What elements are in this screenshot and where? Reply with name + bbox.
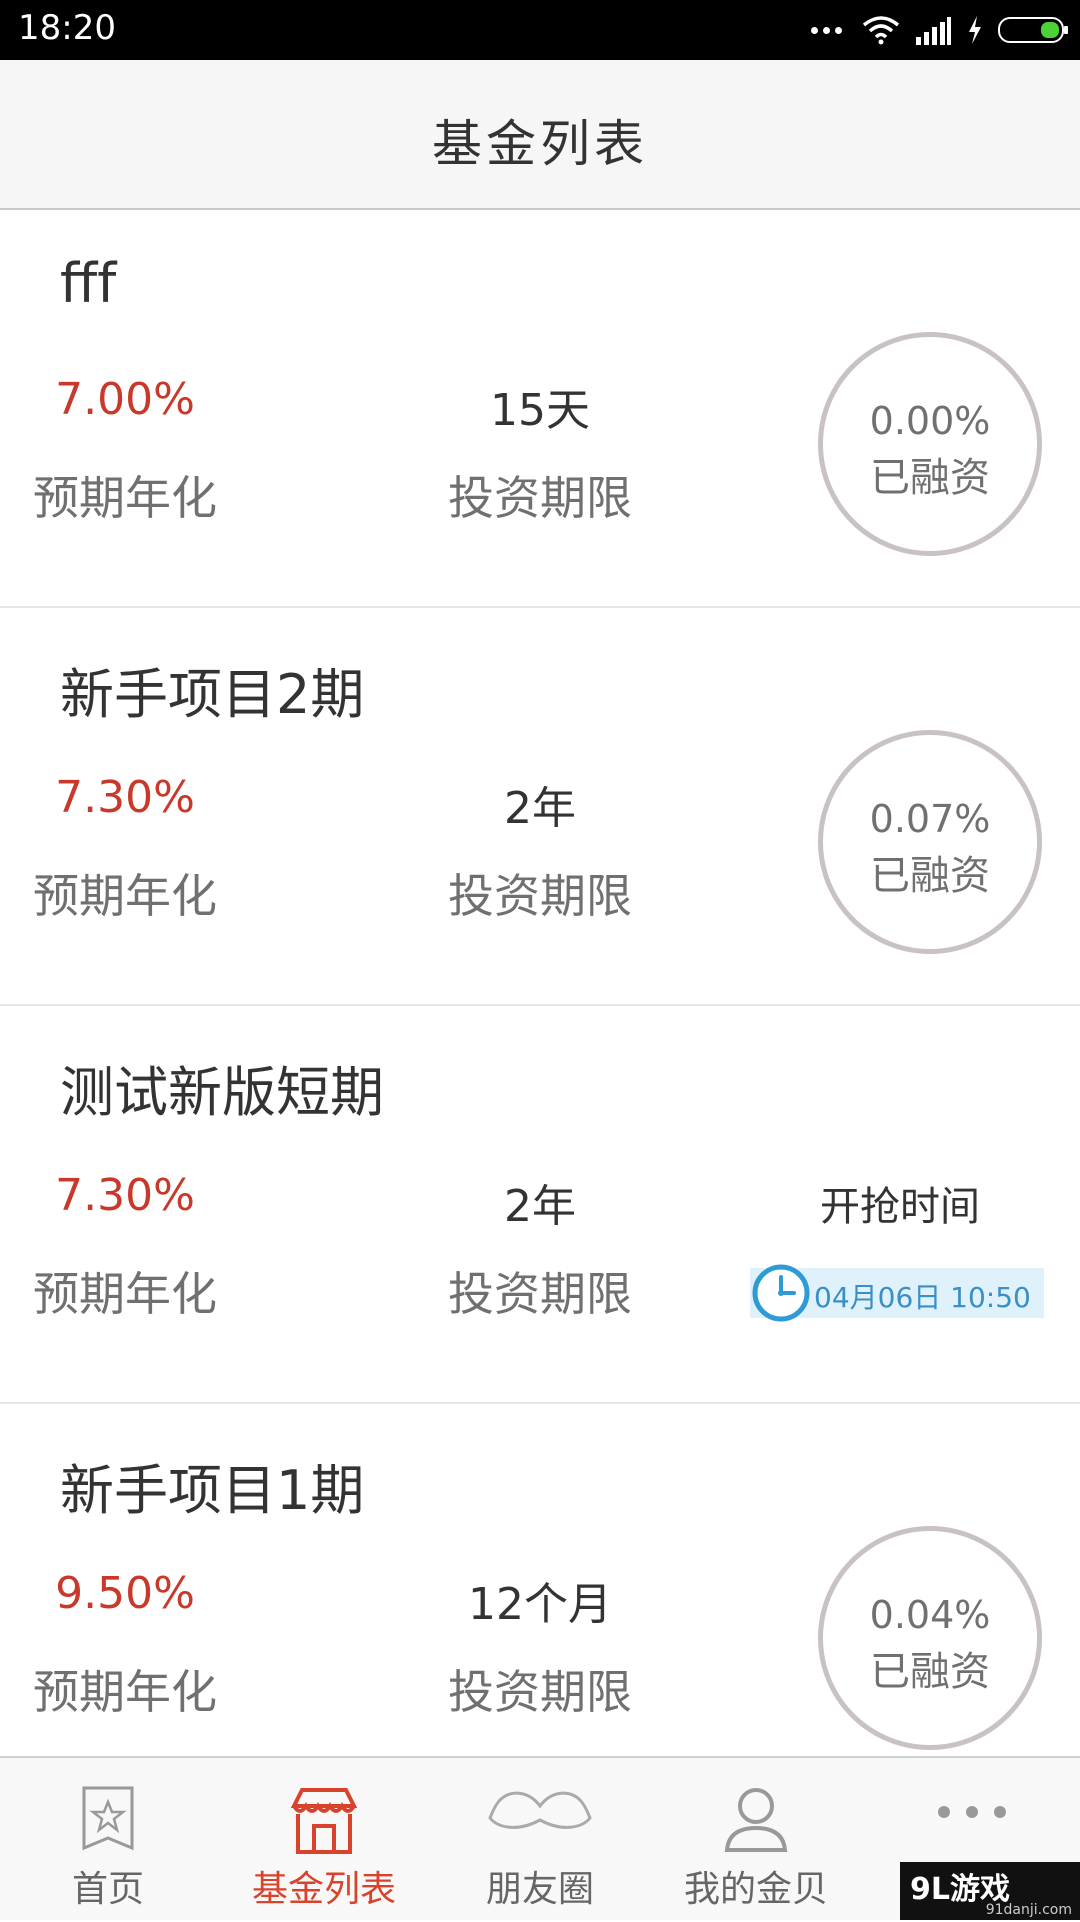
fund-card[interactable]: 新手项目1期 9.50% 预期年化 12个月 投资期限 0.04% 已融资: [0, 1404, 1080, 1802]
investment-term-label: 投资期限: [448, 1665, 632, 1719]
status-icons: [811, 12, 1068, 48]
app-header: 基金列表: [0, 60, 1080, 210]
raised-percent: 0.07%: [869, 797, 991, 841]
expected-rate-label: 预期年化: [33, 1665, 217, 1719]
fund-card[interactable]: 测试新版短期 7.30% 预期年化 2年 投资期限 开抢时间 04月06日 10…: [0, 1006, 1080, 1404]
fund-list: fff 7.00% 预期年化 15天 投资期限 0.00% 已融资 新手项目2期…: [0, 210, 1080, 1802]
raised-percent: 0.00%: [869, 399, 991, 443]
expected-rate-label: 预期年化: [33, 869, 217, 923]
star-bookmark-icon: [82, 1786, 134, 1851]
nav-label: 我的金贝: [683, 1869, 828, 1910]
expected-rate-label: 预期年化: [33, 471, 217, 525]
expected-rate: 7.00%: [55, 374, 195, 425]
raised-progress-ring: 0.07% 已融资: [818, 730, 1042, 954]
nav-label: 首页: [71, 1869, 144, 1910]
fund-name: 新手项目1期: [60, 1459, 365, 1522]
mustache-icon: [488, 1791, 592, 1829]
watermark-logo: 9L游戏 91danji.com: [900, 1862, 1080, 1920]
clock-icon: [752, 1264, 810, 1322]
more-icon: [938, 1806, 1006, 1818]
expected-rate: 9.50%: [55, 1568, 195, 1619]
battery-icon: [998, 17, 1068, 43]
signal-icon: [916, 17, 951, 45]
nav-item-friends[interactable]: 朋友圈: [432, 1758, 648, 1922]
investment-term-label: 投资期限: [448, 471, 632, 525]
charging-icon: [969, 16, 981, 44]
start-time-label: 开抢时间: [820, 1184, 980, 1230]
raised-percent: 0.04%: [869, 1593, 991, 1637]
watermark-sub: 91danji.com: [985, 1902, 1072, 1918]
raised-label: 已融资: [870, 1649, 990, 1695]
investment-term: 12个月: [468, 1579, 612, 1630]
start-time-badge: 04月06日 10:50: [750, 1264, 1044, 1322]
raised-label: 已融资: [870, 455, 990, 501]
page-title: 基金列表: [432, 115, 648, 173]
raised-progress-ring: 0.04% 已融资: [818, 1526, 1042, 1750]
nav-label: 基金列表: [251, 1869, 396, 1910]
nav-item-my-account[interactable]: 我的金贝: [648, 1758, 864, 1922]
expected-rate: 7.30%: [55, 1170, 195, 1221]
nav-label: 朋友圈: [485, 1869, 594, 1910]
nav-item-fund-list[interactable]: 基金列表: [216, 1758, 432, 1922]
fund-card[interactable]: fff 7.00% 预期年化 15天 投资期限 0.00% 已融资: [0, 210, 1080, 608]
nav-item-home[interactable]: 首页: [0, 1758, 216, 1922]
expected-rate-label: 预期年化: [33, 1267, 217, 1321]
raised-label: 已融资: [870, 853, 990, 899]
wifi-icon: [862, 16, 900, 45]
status-bar: 18:20: [0, 0, 1080, 60]
start-time-value: 04月06日 10:50: [814, 1281, 1031, 1314]
investment-term: 2年: [504, 783, 576, 834]
fund-name: fff: [60, 252, 117, 315]
investment-term: 2年: [504, 1181, 576, 1232]
investment-term: 15天: [490, 385, 590, 436]
investment-term-label: 投资期限: [448, 1267, 632, 1321]
status-time: 18:20: [18, 8, 116, 48]
fund-name: 新手项目2期: [60, 663, 365, 726]
raised-progress-ring: 0.00% 已融资: [818, 332, 1042, 556]
fund-name: 测试新版短期: [60, 1061, 384, 1124]
more-notifications-icon: [811, 26, 842, 34]
user-icon: [724, 1788, 788, 1852]
expected-rate: 7.30%: [55, 772, 195, 823]
store-icon: [290, 1788, 358, 1854]
investment-term-label: 投资期限: [448, 869, 632, 923]
fund-card[interactable]: 新手项目2期 7.30% 预期年化 2年 投资期限 0.07% 已融资: [0, 608, 1080, 1006]
